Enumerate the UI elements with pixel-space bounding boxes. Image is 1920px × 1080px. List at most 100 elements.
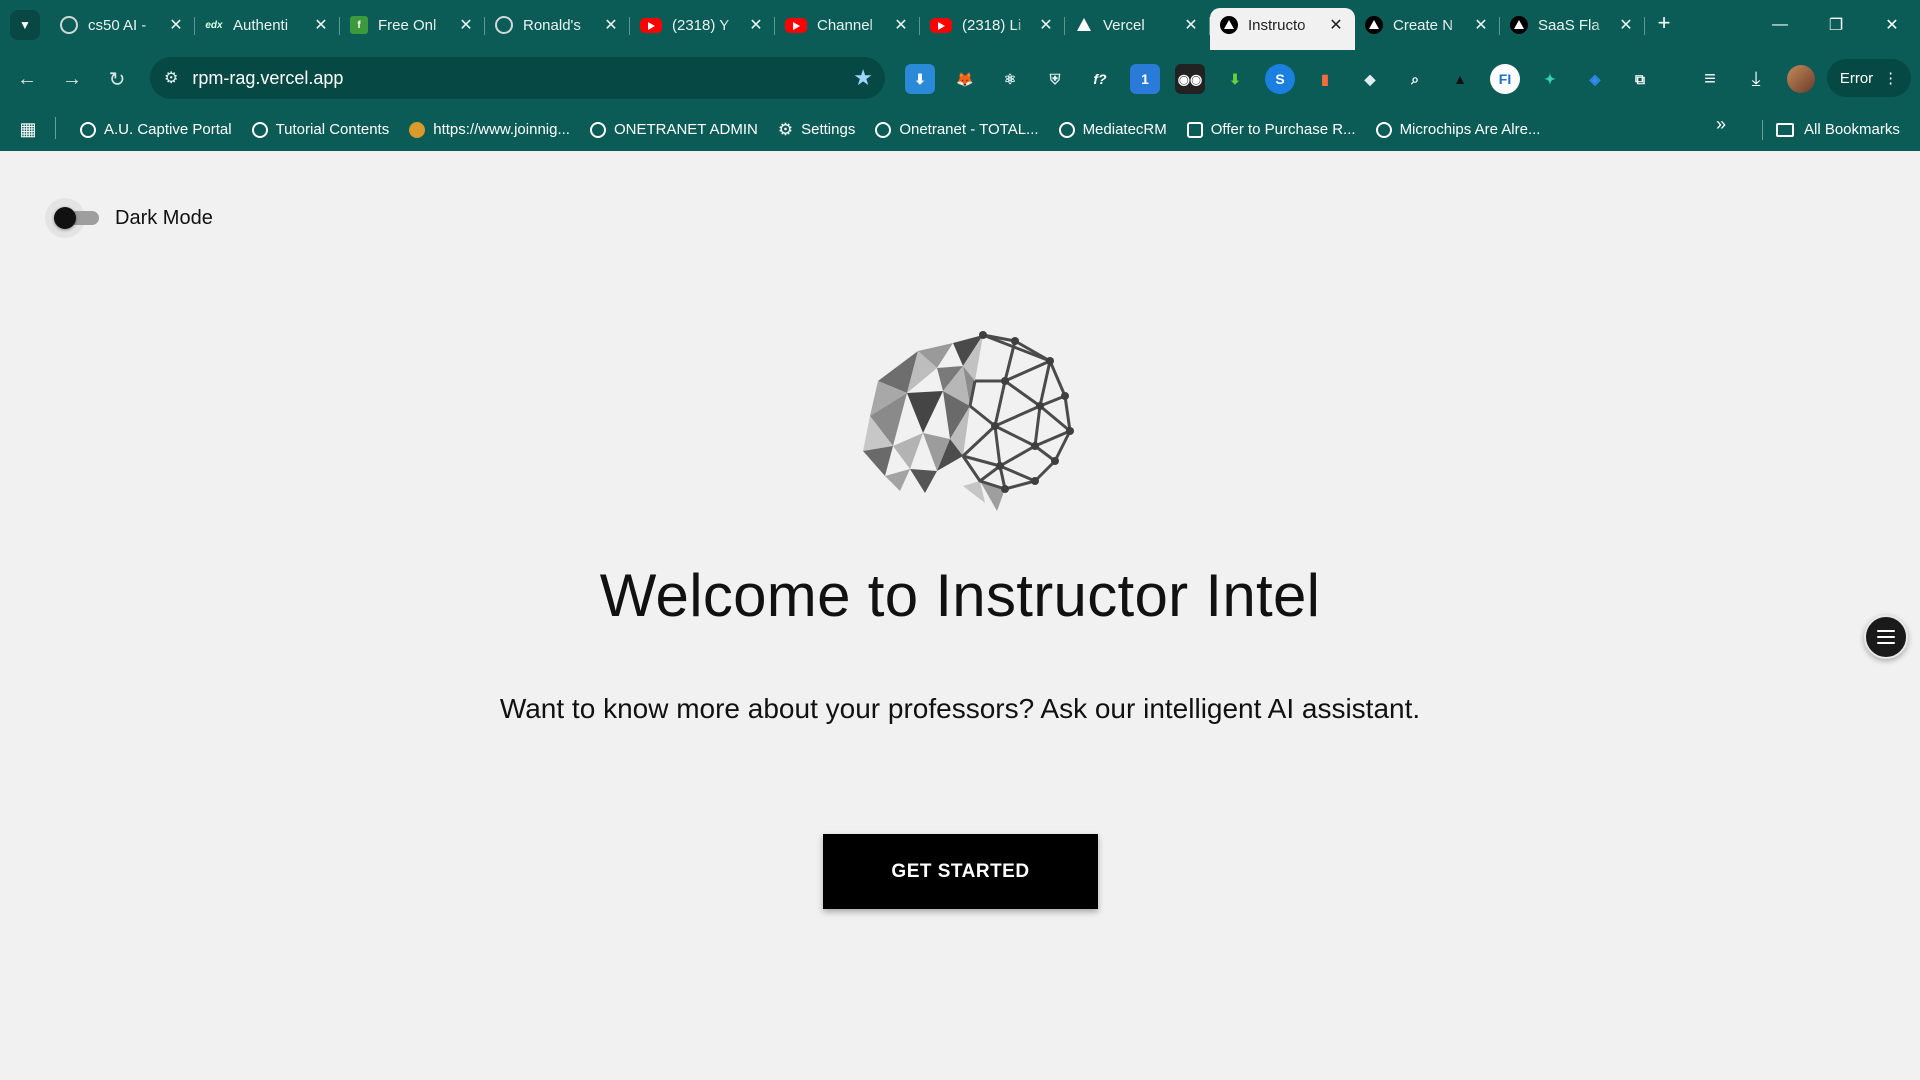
downloads-icon[interactable]: ⤓ <box>1741 64 1771 94</box>
vercel-icon <box>1510 16 1528 34</box>
get-started-button[interactable]: GET STARTED <box>823 834 1098 909</box>
tab[interactable]: Create N ✕ <box>1355 8 1500 42</box>
numbered-ext-icon[interactable]: 1 <box>1130 64 1160 94</box>
menu-lines-icon <box>1877 630 1895 644</box>
tab[interactable]: edx Authenti ✕ <box>195 8 340 42</box>
address-bar[interactable]: ⚙ rpm-rag.vercel.app ★ <box>150 57 885 99</box>
dark-mode-label: Dark Mode <box>115 206 213 229</box>
search-ext-icon[interactable]: ⌕ <box>1400 64 1430 94</box>
youtube-icon <box>785 17 807 33</box>
tab[interactable]: Channel ✕ <box>775 8 920 42</box>
toolbar-right: ≡ ⤓ <box>1695 64 1815 94</box>
function-ext-icon[interactable]: f? <box>1085 64 1115 94</box>
switch-thumb[interactable] <box>54 207 76 229</box>
tab[interactable]: f Free Onl ✕ <box>340 8 485 42</box>
close-icon[interactable]: ✕ <box>167 15 185 35</box>
bookmark-item[interactable]: Microchips Are Alre... <box>1366 115 1551 145</box>
chevron-double-right-icon[interactable]: » <box>1716 114 1726 135</box>
bookmark-item[interactable]: ⚙ Settings <box>768 115 865 145</box>
reading-list-icon[interactable]: ≡ <box>1695 64 1725 94</box>
tab-search-button[interactable]: ▼ <box>10 10 40 40</box>
download-ext-icon[interactable]: ⬇ <box>905 64 935 94</box>
apps-grid-icon[interactable]: ▦ <box>0 117 56 140</box>
avatar[interactable] <box>1787 65 1815 93</box>
new-tab-button[interactable]: + <box>1652 12 1676 36</box>
bookmark-item[interactable]: Onetranet - TOTAL... <box>865 115 1048 145</box>
tab[interactable]: SaaS Fla ✕ <box>1500 8 1645 42</box>
close-icon[interactable]: ✕ <box>1327 15 1345 35</box>
close-icon[interactable]: ✕ <box>1472 15 1490 35</box>
react-devtools-icon[interactable]: ⚛ <box>995 64 1025 94</box>
offer-icon <box>1186 121 1203 138</box>
restore-icon[interactable]: ❐ <box>1808 0 1864 50</box>
tab-title: Create N <box>1393 16 1454 34</box>
vercel-icon <box>1365 16 1383 34</box>
bookmark-label: A.U. Captive Portal <box>104 121 232 138</box>
close-icon[interactable]: ✕ <box>312 15 330 35</box>
tab-title: Authenti <box>233 16 289 34</box>
page-subtitle: Want to know more about your professors?… <box>499 693 1421 724</box>
close-icon[interactable]: ✕ <box>1182 15 1200 35</box>
kebab-menu-icon: ⋮ <box>1883 70 1899 87</box>
globe-icon <box>1375 121 1392 138</box>
reload-icon[interactable]: ↻ <box>102 64 132 94</box>
bookmark-item[interactable]: Tutorial Contents <box>242 115 400 145</box>
close-icon[interactable]: ✕ <box>747 15 765 35</box>
fi-ext-icon[interactable]: FI <box>1490 64 1520 94</box>
green-f-icon: f <box>350 16 368 34</box>
mortarboard-icon[interactable]: ▲ <box>1445 64 1475 94</box>
flag-ext-icon[interactable]: ▮ <box>1310 64 1340 94</box>
close-icon[interactable]: ✕ <box>602 15 620 35</box>
brain-logo-icon <box>863 331 1074 511</box>
minimize-icon[interactable]: — <box>1752 0 1808 50</box>
back-icon[interactable]: ← <box>12 64 42 94</box>
tab[interactable]: (2318) Y ✕ <box>630 8 775 42</box>
glasses-ext-icon[interactable]: ◉◉ <box>1175 64 1205 94</box>
shield-icon[interactable]: ⛨ <box>1040 64 1070 94</box>
bookmark-item[interactable]: A.U. Captive Portal <box>70 115 242 145</box>
bookmark-label: Onetranet - TOTAL... <box>899 121 1039 138</box>
bookmark-star-icon[interactable]: ★ <box>853 65 873 91</box>
tab[interactable]: Vercel ✕ <box>1065 8 1210 42</box>
close-icon[interactable]: ✕ <box>457 15 475 35</box>
bookmark-item[interactable]: MediatecRM <box>1049 115 1177 145</box>
puzzle-icon[interactable]: ⧉ <box>1625 64 1655 94</box>
drop-ext-icon[interactable]: ◆ <box>1355 64 1385 94</box>
profile-error-button[interactable]: Error ⋮ <box>1827 59 1911 97</box>
bookmark-label: Microchips Are Alre... <box>1399 121 1541 138</box>
close-window-icon[interactable]: ✕ <box>1864 0 1920 50</box>
tab[interactable]: Ronald's ✕ <box>485 8 630 42</box>
page-content: Dark Mode Welcome to Instructor Intel Wa… <box>0 151 1920 1080</box>
metamask-icon[interactable]: 🦊 <box>950 64 980 94</box>
extensions-bar: ⬇ 🦊 ⚛ ⛨ f? 1 ◉◉ ⬇ S ▮ ◆ ⌕ ▲ FI ✦ ◈ ⧉ <box>905 64 1655 94</box>
browser-chrome: ▼ cs50 AI - ✕ edx Authenti ✕ f Free Onl … <box>0 0 1920 151</box>
close-icon[interactable]: ✕ <box>892 15 910 35</box>
tab-title: Vercel <box>1103 16 1145 34</box>
url-text[interactable]: rpm-rag.vercel.app <box>192 68 343 89</box>
bookmark-item[interactable]: Offer to Purchase R... <box>1177 115 1366 145</box>
tab-title: cs50 AI - <box>88 16 147 34</box>
bird-ext-icon[interactable]: ✦ <box>1535 64 1565 94</box>
edx-icon: edx <box>205 19 223 31</box>
dark-mode-toggle[interactable]: Dark Mode <box>45 198 213 238</box>
tab[interactable]: (2318) Li ✕ <box>920 8 1065 42</box>
tab-strip: ▼ cs50 AI - ✕ edx Authenti ✕ f Free Onl … <box>0 0 1920 50</box>
bookmark-item[interactable]: ONETRANET ADMIN <box>580 115 768 145</box>
bookmark-item[interactable]: https://www.joinnig... <box>399 115 580 145</box>
tab[interactable]: cs50 AI - ✕ <box>50 8 195 42</box>
globe-icon <box>80 121 96 138</box>
close-icon[interactable]: ✕ <box>1617 15 1635 35</box>
swirl-ext-icon[interactable]: S <box>1265 64 1295 94</box>
green-arrow-ext-icon[interactable]: ⬇ <box>1220 64 1250 94</box>
youtube-icon <box>640 17 662 33</box>
tag-ext-icon[interactable]: ◈ <box>1580 64 1610 94</box>
forward-icon[interactable]: → <box>57 64 87 94</box>
chat-widget-button[interactable] <box>1864 615 1908 659</box>
all-bookmarks-button[interactable]: All Bookmarks <box>1762 108 1900 151</box>
close-icon[interactable]: ✕ <box>1037 15 1055 35</box>
gear-icon: ⚙ <box>777 119 794 139</box>
tab-active[interactable]: Instructo ✕ <box>1210 8 1355 50</box>
site-info-icon[interactable]: ⚙ <box>164 68 178 88</box>
all-bookmarks-label: All Bookmarks <box>1804 121 1900 138</box>
toggle-switch[interactable] <box>45 198 101 238</box>
